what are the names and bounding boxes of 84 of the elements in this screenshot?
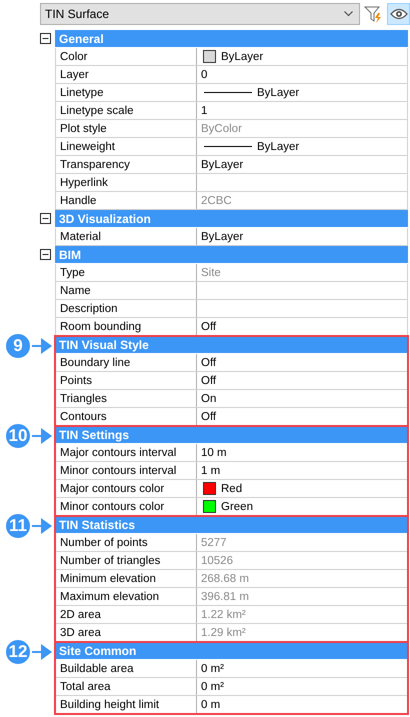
property-value: 396.81 m	[201, 590, 249, 602]
line-sample	[204, 92, 252, 93]
section-header[interactable]: TIN Statistics	[55, 516, 408, 534]
property-value: 0 m	[201, 698, 220, 710]
property-value: 5277	[201, 536, 227, 548]
property-label: Layer	[55, 66, 197, 83]
property-value: Off	[201, 374, 216, 386]
toolbar-button[interactable]	[387, 3, 410, 25]
callout-arrow	[31, 517, 53, 535]
property-label: Description	[55, 300, 197, 317]
callout-arrow	[31, 643, 53, 661]
property-label: Contours	[55, 408, 197, 425]
property-value: 10526	[201, 554, 233, 566]
object-dropdown[interactable]: TIN Surface	[40, 3, 360, 25]
property-label: Material	[55, 228, 197, 245]
property-label: 2D area	[55, 606, 197, 623]
property-label: Hyperlink	[55, 174, 197, 191]
property-value: 0 m²	[201, 662, 224, 674]
property-label: 3D area	[55, 624, 197, 641]
section-header[interactable]: BIM	[55, 246, 408, 264]
property-label: Points	[55, 372, 197, 389]
property-value: 1.22 km²	[201, 608, 246, 620]
property-value: 1 m	[201, 464, 220, 476]
property-value: Site	[201, 266, 221, 278]
section-header[interactable]: General	[55, 30, 408, 48]
section-header[interactable]: TIN Visual Style	[55, 336, 408, 354]
property-value: On	[201, 392, 216, 404]
eye-icon	[390, 8, 408, 20]
property-label: Lineweight	[55, 138, 197, 155]
property-value: 0 m²	[201, 680, 224, 692]
property-value: 2CBC	[201, 194, 232, 206]
property-label: Major contours interval	[55, 444, 197, 461]
property-label: Minor contours interval	[55, 462, 197, 479]
callout-badge: 10	[4, 422, 32, 450]
collapse-icon[interactable]	[40, 33, 51, 44]
property-value: ByLayer	[221, 50, 264, 62]
property-label: Linetype	[55, 84, 197, 101]
callout-badge: 9	[4, 332, 32, 360]
property-value: ByLayer	[201, 158, 244, 170]
property-value: ByLayer	[201, 230, 244, 242]
property-value: ByColor	[201, 122, 242, 134]
property-label: Minimum elevation	[55, 570, 197, 587]
property-value: 10 m	[201, 446, 227, 458]
property-value: ByLayer	[257, 140, 300, 152]
property-label: Triangles	[55, 390, 197, 407]
property-label: Plot style	[55, 120, 197, 137]
property-label: Total area	[55, 678, 197, 695]
line-sample	[204, 146, 252, 147]
section-header[interactable]: TIN Settings	[55, 426, 408, 444]
callout-badge: 11	[4, 512, 32, 540]
property-value: 1	[201, 104, 208, 116]
property-label: Linetype scale	[55, 102, 197, 119]
property-label: Type	[55, 264, 197, 281]
property-label: Color	[55, 48, 197, 65]
property-value: Off	[201, 356, 216, 368]
callout-arrow	[31, 427, 53, 445]
property-value: Off	[201, 410, 216, 422]
property-label: Boundary line	[55, 354, 197, 371]
property-value: Off	[201, 320, 216, 332]
property-label: Handle	[55, 192, 197, 209]
callout-arrow	[31, 337, 53, 355]
property-value: Red	[221, 482, 242, 494]
property-label: Major contours color	[55, 480, 197, 497]
collapse-icon[interactable]	[40, 249, 51, 260]
property-label: Number of points	[55, 534, 197, 551]
collapse-icon[interactable]	[40, 213, 51, 224]
property-label: Room bounding	[55, 318, 197, 335]
property-value: ByLayer	[257, 86, 300, 98]
property-label: Number of triangles	[55, 552, 197, 569]
property-label: Maximum elevation	[55, 588, 197, 605]
property-label: Buildable area	[55, 660, 197, 677]
section-header[interactable]: Site Common	[55, 642, 408, 660]
property-value: Green	[221, 500, 253, 512]
property-label: Name	[55, 282, 197, 299]
callout-badge: 12	[4, 638, 32, 666]
filter-icon	[364, 4, 383, 24]
property-value: 1.29 km²	[201, 626, 246, 638]
property-value: 268.68 m	[201, 572, 249, 584]
property-label: Transparency	[55, 156, 197, 173]
property-value: 0	[201, 68, 208, 80]
chevron-icon	[344, 11, 353, 17]
section-header[interactable]: 3D Visualization	[55, 210, 408, 228]
property-label: Building height limit	[55, 696, 197, 713]
property-label: Minor contours color	[55, 498, 197, 515]
